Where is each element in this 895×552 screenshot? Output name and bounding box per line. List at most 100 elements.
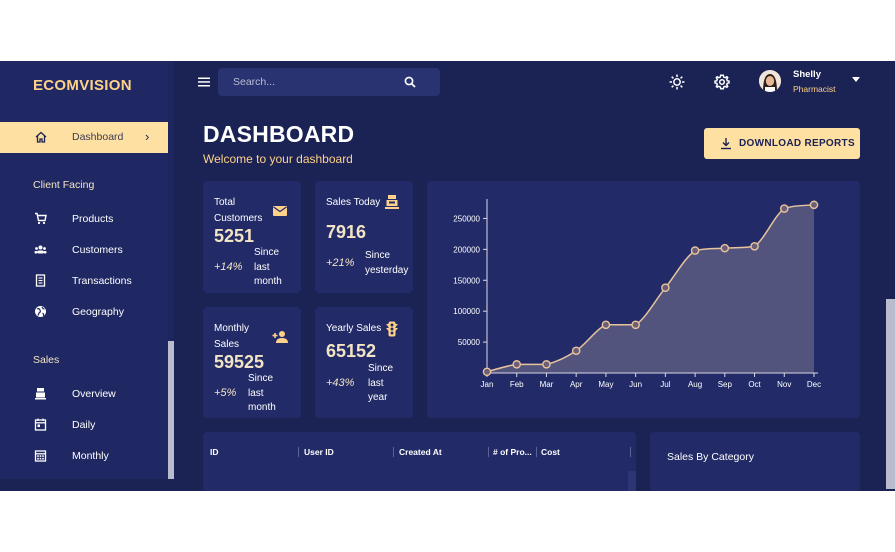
column-separator[interactable]	[298, 447, 299, 457]
chart-data-point	[482, 367, 492, 377]
column-separator[interactable]	[630, 447, 631, 457]
stat-title: Monthly Sales	[214, 321, 249, 353]
sidebar: ECOMVISION Dashboard › Client Facing Pro…	[0, 61, 168, 479]
chart-x-tick-label: Aug	[688, 380, 702, 389]
download-reports-label: DOWNLOAD REPORTS	[739, 138, 855, 149]
light-mode-icon[interactable]	[669, 74, 685, 90]
sidebar-section-title: Client Facing	[33, 179, 95, 191]
stat-note-line: month	[248, 402, 276, 413]
stat-note-line: yesterday	[365, 264, 409, 276]
user-name[interactable]: Shelly	[793, 69, 821, 80]
chart-x-tick-label: Apr	[570, 380, 583, 389]
stat-note-line: Since	[254, 247, 280, 258]
stat-percentage: +14%	[214, 261, 243, 273]
stat-note: Since last month	[254, 246, 282, 290]
chart-data-point	[809, 200, 819, 210]
chart-data-point	[601, 320, 611, 330]
sidebar-item-overview[interactable]: Overview	[0, 384, 168, 404]
chart-x-tick-label: Mar	[540, 380, 554, 389]
globe-icon	[35, 306, 46, 317]
sales-area-chart[interactable]: 50000 100000 150000 200000 250000 Jan Feb Mar Ap…	[427, 181, 860, 418]
sales-chart-card: 50000 100000 150000 200000 250000 Jan Feb Mar Ap…	[427, 181, 860, 418]
stat-percentage: +21%	[326, 257, 355, 269]
stat-title: Yearly Sales	[326, 323, 382, 334]
sidebar-item-products[interactable]: Products	[0, 209, 168, 229]
search-icon[interactable]	[404, 76, 416, 88]
chart-y-tick-label: 100000	[453, 307, 480, 316]
calendar-month-icon	[34, 450, 47, 462]
chart-x-tick-label: Jun	[629, 380, 642, 389]
column-separator[interactable]	[393, 447, 394, 457]
chart-x-tick-label: Dec	[807, 380, 821, 389]
chart-data-point	[750, 241, 759, 251]
table-header-products[interactable]: # of Pro...	[493, 447, 532, 457]
point-of-sale-icon	[35, 388, 46, 400]
arrow-drop-down-icon[interactable]	[852, 77, 860, 82]
chart-x-tick-label: Jan	[481, 380, 494, 389]
stat-note: Since yesterday	[365, 249, 408, 278]
search-bar[interactable]: Search...	[218, 68, 440, 96]
page-subtitle: Welcome to your dashboard	[203, 152, 353, 166]
sidebar-item-label: Monthly	[72, 450, 109, 462]
stat-title: Sales Today	[326, 197, 381, 208]
chart-x-tick-label: Nov	[777, 380, 791, 389]
table-header-user-id[interactable]: User ID	[304, 447, 334, 457]
sidebar-item-dashboard[interactable]: Dashboard ›	[0, 122, 168, 153]
stat-title-line: Customers	[214, 213, 263, 224]
stat-note-line: year	[368, 392, 388, 403]
chart-x-tick-label: Feb	[510, 380, 524, 389]
chart-y-tick-label: 150000	[453, 276, 480, 285]
app-window: ECOMVISION Dashboard › Client Facing Pro…	[0, 61, 895, 491]
stat-note-line: last	[248, 387, 264, 399]
table-header-created-at[interactable]: Created At	[399, 447, 442, 457]
chart-data-point	[779, 204, 789, 213]
sidebar-item-monthly[interactable]: Monthly	[0, 446, 168, 466]
stat-value: 5251	[214, 226, 255, 246]
stat-note: Since last year	[368, 362, 393, 406]
sidebar-item-label: Geography	[72, 306, 124, 318]
groups-icon	[34, 245, 47, 254]
chart-x-tick-label: Oct	[748, 380, 761, 389]
stat-note-line: Since	[365, 250, 391, 261]
chart-x-tick-label: Jul	[660, 380, 670, 389]
sidebar-item-geography[interactable]: Geography	[0, 302, 168, 322]
table-scrollbar[interactable]	[628, 471, 636, 491]
sidebar-item-label: Products	[72, 213, 114, 225]
brand-logo[interactable]: ECOMVISION	[33, 77, 132, 94]
stat-title-line: Total	[214, 197, 236, 208]
sidebar-scrollbar-thumb[interactable]	[168, 341, 174, 479]
stat-card-yearly-sales: Yearly Sales 65152 +43% Since last year	[315, 307, 413, 418]
sidebar-item-customers[interactable]: Customers	[0, 240, 168, 260]
point-of-sale-icon	[385, 195, 399, 209]
chart-y-tick-label: 50000	[458, 338, 481, 347]
sidebar-item-transactions[interactable]: Transactions	[0, 271, 168, 291]
stat-note-line: Since	[368, 363, 394, 374]
traffic-icon	[386, 321, 398, 337]
search-input[interactable]: Search...	[233, 76, 275, 88]
download-icon	[721, 138, 731, 150]
chart-data-point	[631, 320, 640, 330]
sidebar-item-label: Transactions	[72, 275, 132, 287]
menu-icon[interactable]	[198, 77, 210, 87]
stat-note-line: month	[254, 276, 282, 287]
settings-icon[interactable]	[714, 74, 730, 90]
chart-y-tick-label: 250000	[453, 214, 480, 223]
table-header-id[interactable]: ID	[210, 447, 219, 457]
chart-y-tick-label: 200000	[453, 245, 480, 254]
sidebar-item-daily[interactable]: Daily	[0, 415, 168, 435]
avatar-image	[759, 70, 781, 92]
main-scrollbar-thumb[interactable]	[886, 299, 895, 489]
stat-value: 65152	[326, 341, 377, 361]
stat-title-line: Monthly	[214, 323, 250, 334]
transactions-table: ID User ID Created At # of Pro... Cost	[203, 432, 636, 491]
stat-title-line: Sales	[214, 339, 240, 350]
download-reports-button[interactable]: DOWNLOAD REPORTS	[704, 128, 860, 159]
chart-x-tick-label: Sep	[718, 380, 733, 389]
table-header-cost[interactable]: Cost	[541, 447, 560, 457]
chart-data-point	[690, 246, 700, 255]
column-separator[interactable]	[488, 447, 489, 457]
stat-title: Total Customers	[214, 195, 262, 227]
column-separator[interactable]	[536, 447, 537, 457]
chart-data-point	[542, 360, 551, 369]
avatar[interactable]	[759, 70, 781, 92]
